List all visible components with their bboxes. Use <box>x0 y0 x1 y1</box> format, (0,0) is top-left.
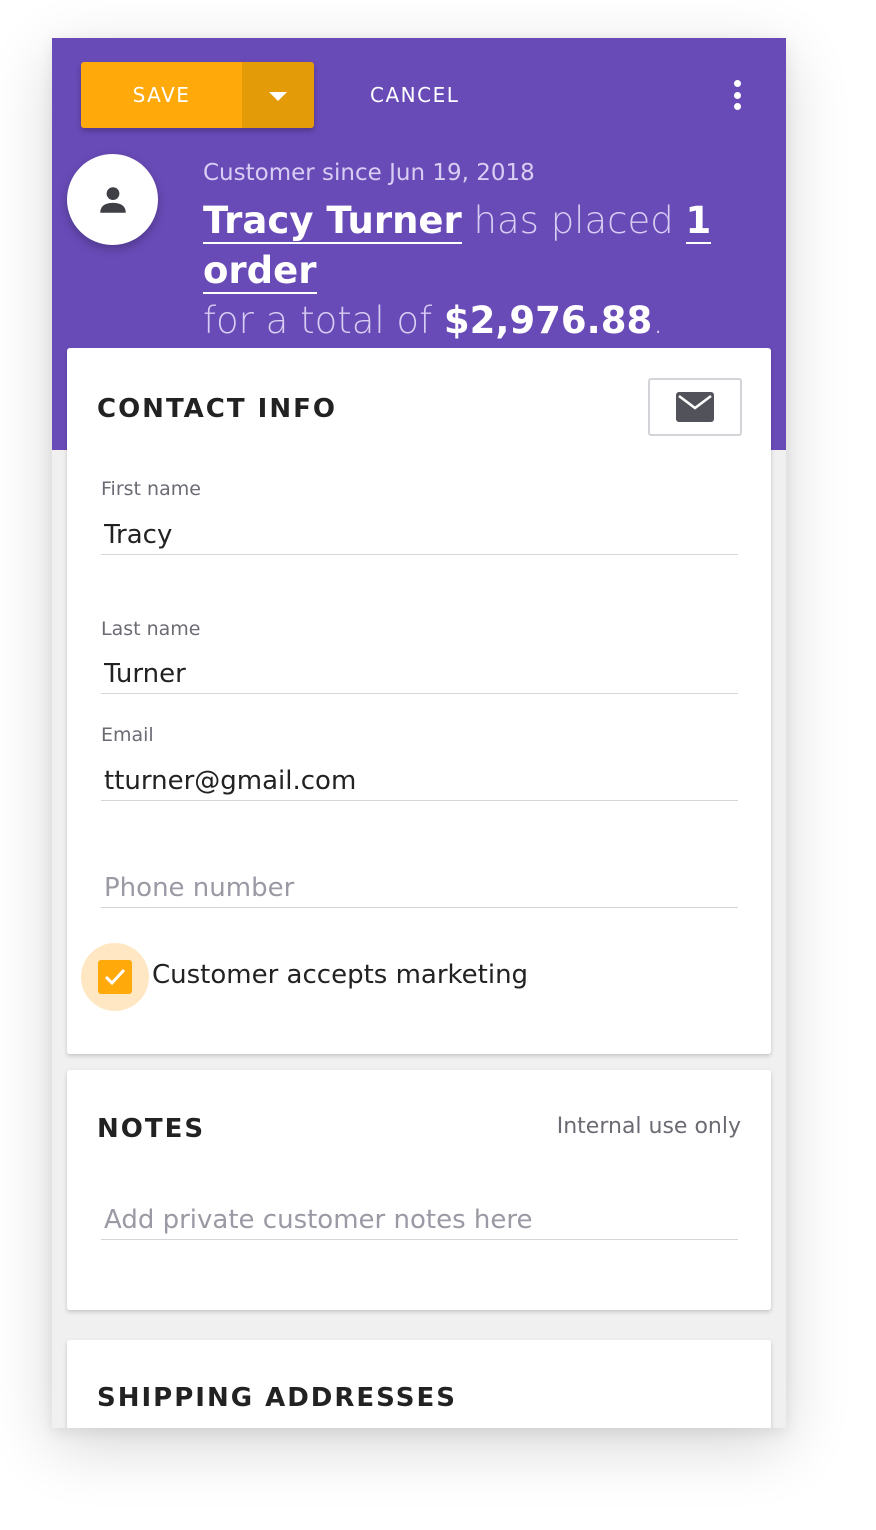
cancel-button[interactable]: CANCEL <box>370 62 459 128</box>
summary-total-prefix: for a total of <box>203 299 433 342</box>
phone-field[interactable] <box>101 868 738 908</box>
customer-summary: Tracy Turner has placed 1 order for a to… <box>203 196 773 346</box>
last-name-field[interactable] <box>101 654 738 694</box>
marketing-checkbox[interactable] <box>81 943 149 1011</box>
menu-dot <box>733 91 741 99</box>
shipping-addresses-title: SHIPPING ADDRESSES <box>97 1383 457 1413</box>
save-button[interactable]: SAVE <box>81 62 242 128</box>
person-icon <box>99 186 126 213</box>
order-total: $2,976.88 <box>443 299 653 342</box>
save-button-group: SAVE <box>81 62 314 128</box>
first-name-field[interactable] <box>101 515 738 555</box>
avatar <box>67 154 158 245</box>
summary-period: . <box>652 299 664 342</box>
shipping-addresses-card: SHIPPING ADDRESSES <box>67 1340 771 1428</box>
save-options-button[interactable] <box>242 62 314 128</box>
email-label: Email <box>101 724 154 746</box>
more-vertical-icon[interactable] <box>724 78 750 112</box>
contact-info-card: CONTACT INFO First name Last name Email … <box>67 348 771 1054</box>
check-icon <box>104 968 126 986</box>
first-name-label: First name <box>101 478 201 500</box>
last-name-label: Last name <box>101 618 201 640</box>
notes-field[interactable] <box>101 1200 738 1240</box>
customer-since: Customer since Jun 19, 2018 <box>203 160 535 186</box>
checkbox-box <box>98 960 132 994</box>
menu-dot <box>733 80 741 87</box>
mail-icon <box>676 392 714 422</box>
summary-text: has placed <box>473 199 674 242</box>
email-field[interactable] <box>101 761 738 801</box>
marketing-checkbox-label[interactable]: Customer accepts marketing <box>152 960 528 990</box>
email-customer-button[interactable] <box>648 378 742 436</box>
customer-name-link[interactable]: Tracy Turner <box>203 199 462 244</box>
notes-card: NOTES Internal use only <box>67 1070 771 1310</box>
caret-down-icon <box>269 92 287 101</box>
notes-title: NOTES <box>97 1114 206 1144</box>
menu-dot <box>733 103 741 110</box>
notes-hint: Internal use only <box>556 1114 741 1139</box>
customer-detail-screen: SAVE CANCEL Customer since Jun 19, 2018 … <box>52 38 786 1428</box>
contact-info-title: CONTACT INFO <box>97 394 337 424</box>
